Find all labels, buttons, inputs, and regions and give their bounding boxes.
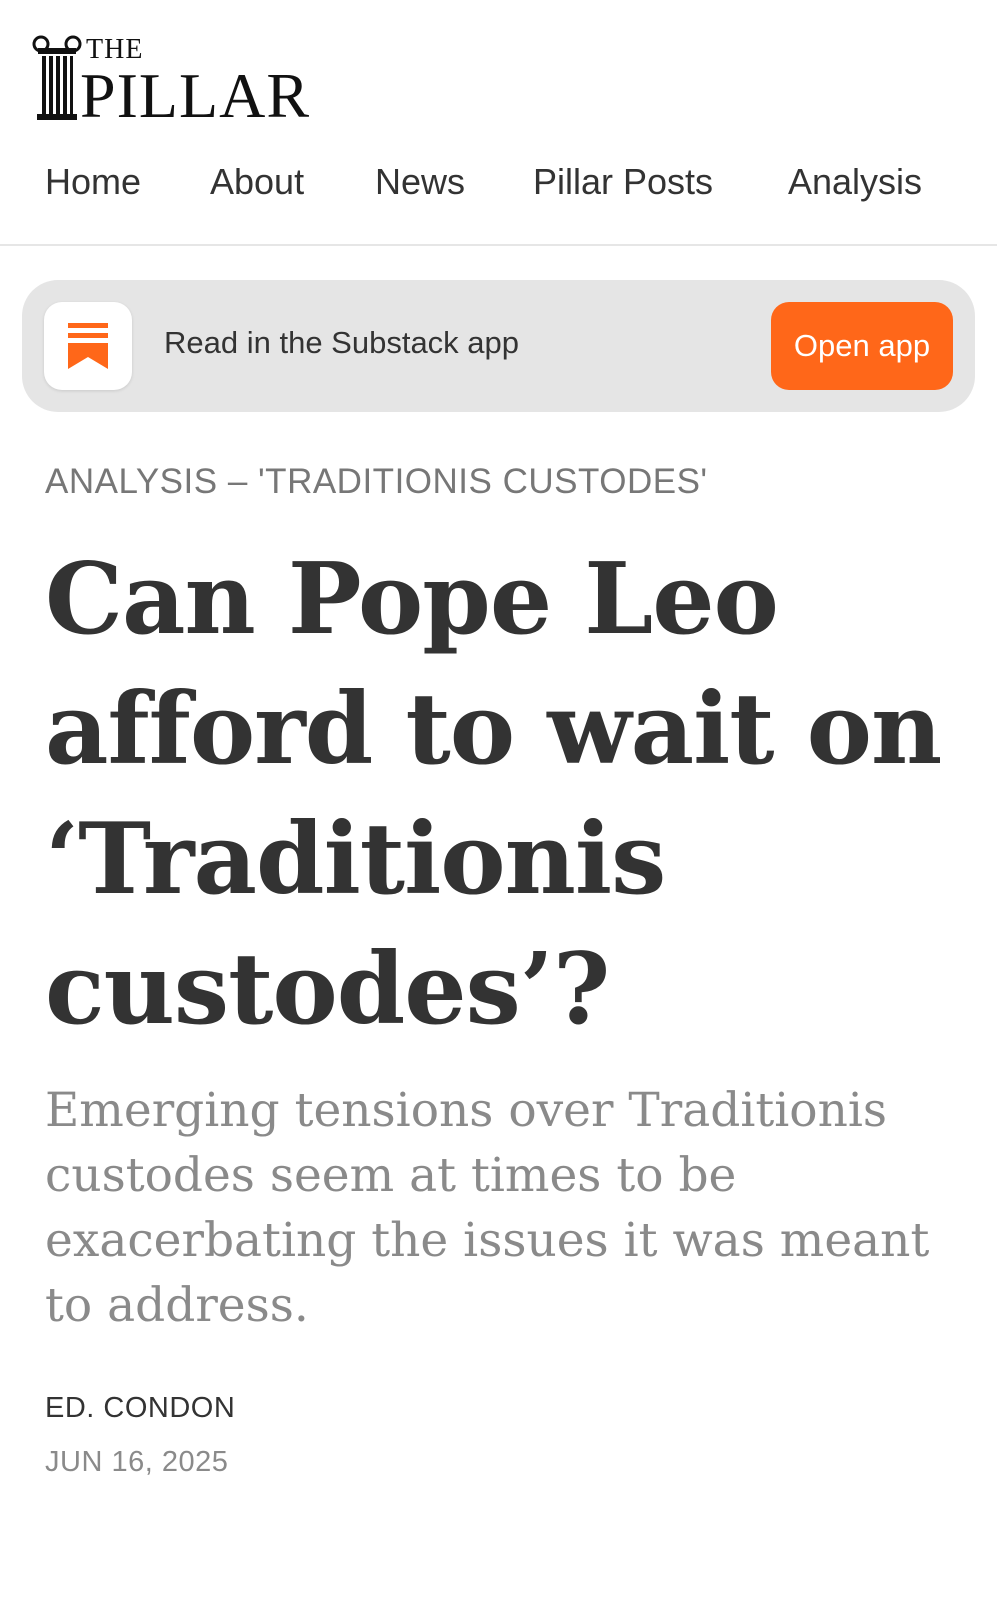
open-app-button[interactable]: Open app bbox=[771, 302, 953, 390]
banner-text: Read in the Substack app bbox=[164, 325, 520, 360]
main-nav: Home About News Pillar Posts Analysis bbox=[0, 152, 997, 212]
nav-item-home[interactable]: Home bbox=[45, 162, 141, 202]
article-kicker[interactable]: ANALYSIS – 'TRADITIONIS CUSTODES' bbox=[45, 462, 708, 502]
article-subtitle: Emerging tensions over Traditionis custo… bbox=[45, 1083, 930, 1333]
article-title: Can Pope Leo afford to wait on ‘Traditio… bbox=[45, 542, 942, 1047]
substack-app-icon bbox=[44, 302, 132, 390]
substack-bookmark-icon bbox=[68, 323, 108, 369]
logo-word-pillar: PILLAR bbox=[80, 60, 310, 131]
nav-item-about[interactable]: About bbox=[210, 162, 304, 202]
pillar-column-icon bbox=[32, 35, 82, 120]
nav-item-news[interactable]: News bbox=[375, 162, 465, 202]
site-logo[interactable]: THE PILLAR bbox=[32, 30, 332, 131]
nav-item-pillar-posts[interactable]: Pillar Posts bbox=[533, 162, 713, 202]
nav-item-analysis[interactable]: Analysis bbox=[788, 162, 922, 202]
author-name[interactable]: ED. CONDON bbox=[45, 1392, 235, 1425]
site-header: THE PILLAR Home About News Pillar Posts … bbox=[0, 0, 997, 246]
substack-app-banner: Read in the Substack app Open app bbox=[22, 280, 975, 412]
publish-date: JUN 16, 2025 bbox=[45, 1446, 229, 1478]
